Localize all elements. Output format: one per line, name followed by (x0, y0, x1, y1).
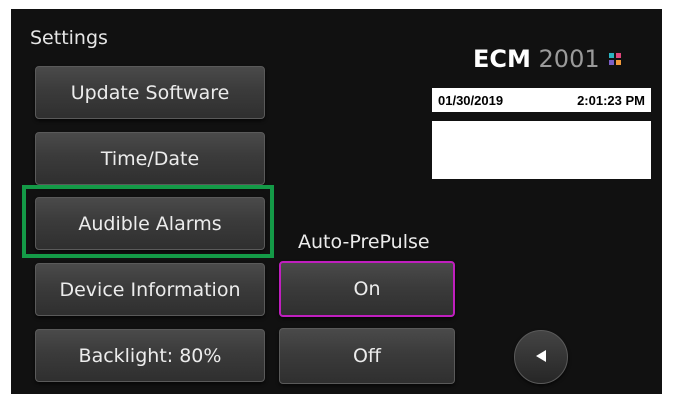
auto-prepulse-label: Auto-PrePulse (298, 231, 430, 253)
current-date: 01/30/2019 (438, 92, 504, 108)
ecm-logo: ECM 2001 (473, 43, 622, 73)
current-time: 2:01:23 PM (577, 92, 645, 108)
selection-highlight (22, 185, 274, 258)
back-button[interactable] (514, 330, 568, 384)
page-title: Settings (30, 27, 108, 49)
logo-model: 2001 (538, 45, 600, 73)
date-time-bar: 01/30/2019 2:01:23 PM (432, 88, 651, 112)
logo-brand: ECM (473, 45, 531, 73)
backlight-button[interactable]: Backlight: 80% (35, 329, 265, 382)
auto-prepulse-off-button[interactable]: Off (279, 328, 455, 384)
status-display (432, 121, 651, 179)
auto-prepulse-on-button[interactable]: On (279, 261, 455, 317)
settings-screen: Settings Update Software Time/Date Audib… (11, 9, 662, 394)
logo-mark-icon (609, 43, 622, 65)
update-software-button[interactable]: Update Software (35, 66, 265, 119)
back-arrow-icon (534, 348, 548, 367)
device-information-button[interactable]: Device Information (35, 263, 265, 316)
time-date-button[interactable]: Time/Date (35, 132, 265, 185)
